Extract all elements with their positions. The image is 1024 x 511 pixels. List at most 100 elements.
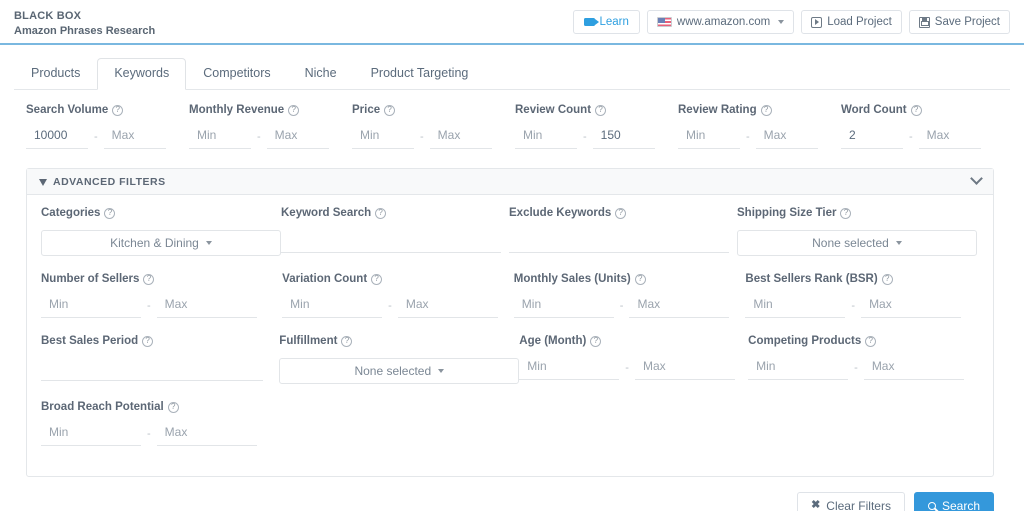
video-camera-icon [584,18,595,26]
help-icon[interactable]: ? [341,336,352,347]
number-of-sellers-min-input[interactable] [41,296,141,318]
best-sellers-rank-bsr-max-input[interactable] [861,296,961,318]
learn-button[interactable]: Learn [573,10,639,34]
tab-products[interactable]: Products [14,58,97,90]
label-text: Number of Sellers [41,273,139,285]
exclude-keywords-input[interactable] [509,231,729,253]
competing-products-min-input[interactable] [748,358,848,380]
fulfillment-select[interactable]: None selected [279,358,519,384]
clear-filters-button[interactable]: ✖ Clear Filters [797,492,905,511]
best-sales-period-input[interactable] [41,359,263,381]
load-project-button[interactable]: Load Project [801,10,902,34]
filter-label: Review Count? [515,104,678,116]
save-project-button[interactable]: Save Project [909,10,1010,34]
help-icon[interactable]: ? [761,105,772,116]
help-icon[interactable]: ? [590,336,601,347]
help-icon[interactable]: ? [371,274,382,285]
monthly-sales-units-min-input[interactable] [514,296,614,318]
age-month-min-input[interactable] [519,358,619,380]
tab-product-targeting[interactable]: Product Targeting [354,58,486,90]
tab-competitors[interactable]: Competitors [186,58,287,90]
help-icon[interactable]: ? [911,105,922,116]
shipping-size-tier-select[interactable]: None selected [737,230,977,256]
black-box-keyword-research-page: BLACK BOX Amazon Phrases Research Learn … [0,0,1024,511]
price-max-input[interactable] [430,127,492,149]
search-button[interactable]: Search [914,492,994,511]
load-icon [811,17,822,28]
price-min-input[interactable] [352,127,414,149]
review-count-max-input[interactable] [593,127,655,149]
help-icon[interactable]: ? [384,105,395,116]
footer-actions: ✖ Clear Filters Search [0,477,1024,511]
brand: BLACK BOX Amazon Phrases Research [14,5,155,39]
min-max-group: - [26,127,189,149]
min-max-group: - [189,127,352,149]
min-max-group: - [745,296,977,318]
range-dash: - [903,131,919,149]
help-icon[interactable]: ? [615,208,626,219]
help-icon[interactable]: ? [104,208,115,219]
best-sellers-rank-bsr-min-input[interactable] [745,296,845,318]
filter-broad-reach-potential: Broad Reach Potential ? - [41,401,293,454]
chevron-down-icon[interactable] [970,172,983,185]
monthly-sales-units-max-input[interactable] [629,296,729,318]
range-dash: - [614,300,630,318]
min-max-group: - [514,296,746,318]
clear-filters-label: Clear Filters [826,499,891,511]
monthly-revenue-min-input[interactable] [189,127,251,149]
range-dash: - [141,300,157,318]
help-icon[interactable]: ? [840,208,851,219]
categories-select[interactable]: Kitchen & Dining [41,230,281,256]
review-rating-max-input[interactable] [756,127,818,149]
advanced-filters-panel: ADVANCED FILTERS Categories ? Kitchen & … [26,168,994,477]
label-text: Word Count [841,104,907,116]
filter-keyword-search: Keyword Search ? [281,207,509,264]
help-icon[interactable]: ? [375,208,386,219]
app-header: BLACK BOX Amazon Phrases Research Learn … [0,0,1024,45]
filter-search-volume: Search Volume?- [26,104,189,149]
filter-monthly-sales-units: Monthly Sales (Units)?- [514,273,746,326]
label-text: Best Sales Period [41,335,138,347]
monthly-revenue-max-input[interactable] [267,127,329,149]
help-icon[interactable]: ? [635,274,646,285]
help-icon[interactable]: ? [143,274,154,285]
word-count-min-input[interactable] [841,127,903,149]
help-icon[interactable]: ? [595,105,606,116]
filter-label: Best Sales Period ? [41,335,279,347]
competing-products-max-input[interactable] [864,358,964,380]
label-text: Review Count [515,104,591,116]
help-icon[interactable]: ? [865,336,876,347]
review-rating-min-input[interactable] [678,127,740,149]
search-volume-min-input[interactable] [26,127,88,149]
variation-count-min-input[interactable] [282,296,382,318]
age-month-max-input[interactable] [635,358,735,380]
help-icon[interactable]: ? [142,336,153,347]
marketplace-selector[interactable]: www.amazon.com [647,10,794,34]
help-icon[interactable]: ? [168,402,179,413]
variation-count-max-input[interactable] [398,296,498,318]
word-count-max-input[interactable] [919,127,981,149]
chevron-down-icon [896,241,902,245]
search-volume-max-input[interactable] [104,127,166,149]
filter-label: Best Sellers Rank (BSR)? [745,273,977,285]
label-text: Variation Count [282,273,367,285]
label-text: Competing Products [748,335,861,347]
review-count-min-input[interactable] [515,127,577,149]
help-icon[interactable]: ? [112,105,123,116]
keyword-search-input[interactable] [281,231,501,253]
broad-reach-potential-min-input[interactable] [41,424,141,446]
tab-niche[interactable]: Niche [288,58,354,90]
range-dash: - [251,131,267,149]
load-project-label: Load Project [827,16,892,28]
min-max-group: - [841,127,1001,149]
help-icon[interactable]: ? [288,105,299,116]
number-of-sellers-max-input[interactable] [157,296,257,318]
broad-reach-potential-max-input[interactable] [157,424,257,446]
brand-subtitle: Amazon Phrases Research [14,24,155,39]
advanced-filters-header[interactable]: ADVANCED FILTERS [27,169,993,195]
range-dash: - [141,428,157,446]
tab-keywords[interactable]: Keywords [97,58,186,90]
marketplace-label: www.amazon.com [677,16,770,28]
help-icon[interactable]: ? [882,274,893,285]
learn-button-label: Learn [599,16,628,28]
